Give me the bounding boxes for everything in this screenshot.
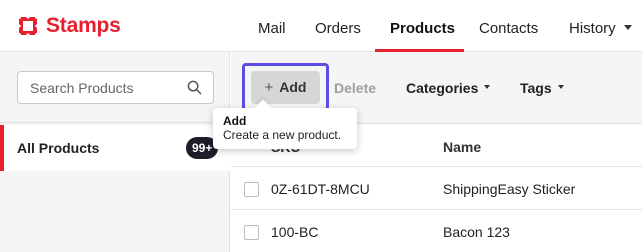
column-header-name[interactable]: Name	[443, 139, 481, 155]
cell-name: ShippingEasy Sticker	[443, 181, 576, 197]
cell-sku: 100-BC	[271, 224, 319, 240]
sidebar-item-all-products[interactable]: All Products 99+	[0, 125, 230, 171]
plus-icon: +	[264, 79, 274, 96]
add-button-label: Add	[279, 79, 307, 95]
nav-tab-history[interactable]: History	[569, 20, 632, 52]
tooltip-title: Add	[223, 114, 247, 128]
categories-dropdown[interactable]: Categories	[406, 80, 491, 96]
nav-tab-products[interactable]: Products	[390, 20, 455, 52]
stamp-logo-icon	[17, 15, 39, 37]
search-box[interactable]	[17, 71, 214, 104]
sidebar: All Products 99+	[0, 52, 230, 252]
search-input[interactable]	[30, 78, 180, 98]
nav-tab-history-label: History	[569, 20, 616, 37]
add-button[interactable]: + Add	[251, 71, 320, 104]
sidebar-item-label: All Products	[17, 140, 100, 156]
sidebar-divider	[0, 122, 230, 123]
brand-name: Stamps	[46, 14, 121, 37]
tags-label: Tags	[520, 80, 552, 96]
tags-dropdown[interactable]: Tags	[520, 80, 564, 96]
cell-sku: 0Z-61DT-8MCU	[271, 181, 370, 197]
table-row[interactable]: 100-BC Bacon 123	[231, 211, 642, 252]
active-item-indicator	[0, 125, 4, 171]
table-row[interactable]: 0Z-61DT-8MCU ShippingEasy Sticker	[231, 168, 642, 210]
categories-label: Categories	[406, 80, 479, 96]
nav-tab-contacts[interactable]: Contacts	[479, 20, 538, 52]
caret-down-icon	[557, 85, 564, 90]
row-checkbox[interactable]	[244, 225, 259, 240]
row-checkbox[interactable]	[244, 182, 259, 197]
tooltip-description: Create a new product.	[223, 128, 342, 142]
caret-down-icon	[484, 85, 491, 90]
chevron-down-icon	[623, 24, 632, 30]
top-nav-bar: Stamps Mail Orders Products Contacts His…	[0, 0, 642, 52]
add-tooltip: Add Create a new product.	[213, 99, 357, 149]
brand-logo[interactable]: Stamps	[17, 14, 121, 38]
nav-tab-mail[interactable]: Mail	[258, 20, 286, 52]
search-icon[interactable]	[187, 80, 202, 95]
cell-name: Bacon 123	[443, 224, 510, 240]
delete-button[interactable]: Delete	[334, 80, 376, 96]
nav-tab-orders[interactable]: Orders	[315, 20, 361, 52]
